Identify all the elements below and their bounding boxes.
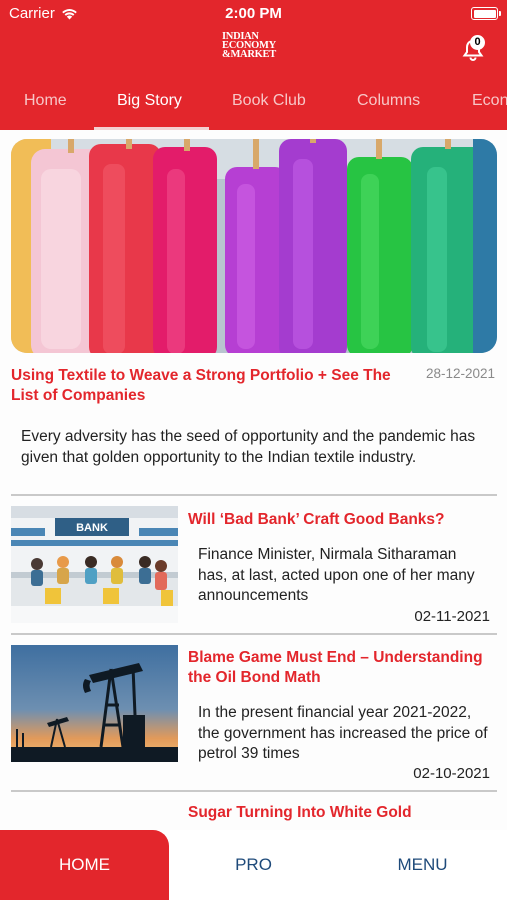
battery-icon <box>471 7 501 20</box>
story-title[interactable]: Sugar Turning Into White Gold <box>188 803 497 823</box>
clock: 2:00 PM <box>225 5 282 22</box>
story-date: 02-10-2021 <box>413 765 490 782</box>
app-logo[interactable]: INDIAN ECONOMY &MARKET <box>222 31 288 60</box>
hero-story-description: Every adversity has the seed of opportun… <box>21 428 476 466</box>
story-title[interactable]: Blame Game Must End – Understanding the … <box>188 648 497 688</box>
story-thumbnail[interactable]: BANK <box>11 506 178 623</box>
bottom-navigation: HOME PRO MENU <box>0 830 507 900</box>
status-bar: Carrier 2:00 PM <box>0 0 507 28</box>
tab-home[interactable]: Home <box>24 92 67 110</box>
hero-story-date: 28-12-2021 <box>425 366 495 381</box>
story-feed[interactable]: Using Textile to Weave a Strong Portfoli… <box>0 130 507 830</box>
story-card[interactable]: BANK Will ‘Bad Bank’ Craft Good Banks? F… <box>11 506 497 626</box>
divider <box>11 494 497 496</box>
story-description: Finance Minister, Nirmala Sitharaman has… <box>198 546 475 604</box>
story-description: In the present financial year 2021-2022,… <box>198 704 488 762</box>
logo-line: &MARKET <box>222 49 276 60</box>
tab-economy[interactable]: Econ <box>472 92 507 110</box>
divider <box>11 790 497 792</box>
category-tabs: Home Big Story Book Club Columns Econ <box>0 84 507 130</box>
nav-pro-button[interactable]: PRO <box>169 830 338 900</box>
story-date: 02-11-2021 <box>414 608 490 625</box>
story-card[interactable]: Sugar Turning Into White Gold <box>11 803 497 830</box>
nav-menu-button[interactable]: MENU <box>338 830 507 900</box>
tab-big-story[interactable]: Big Story <box>117 92 182 110</box>
nav-home-button[interactable]: HOME <box>0 830 169 900</box>
hero-image[interactable] <box>11 139 497 353</box>
story-card[interactable]: Blame Game Must End – Understanding the … <box>11 645 497 782</box>
story-thumbnail[interactable] <box>11 645 178 762</box>
notification-count-badge: 0 <box>470 35 485 50</box>
tab-columns[interactable]: Columns <box>357 92 420 110</box>
divider <box>11 633 497 635</box>
app-header: Carrier 2:00 PM INDIAN ECONOMY &MARKET 0… <box>0 0 507 130</box>
tab-book-club[interactable]: Book Club <box>232 92 306 110</box>
bank-sign: BANK <box>76 522 108 534</box>
story-title[interactable]: Will ‘Bad Bank’ Craft Good Banks? <box>188 510 497 530</box>
hero-story-title[interactable]: Using Textile to Weave a Strong Portfoli… <box>11 366 411 406</box>
